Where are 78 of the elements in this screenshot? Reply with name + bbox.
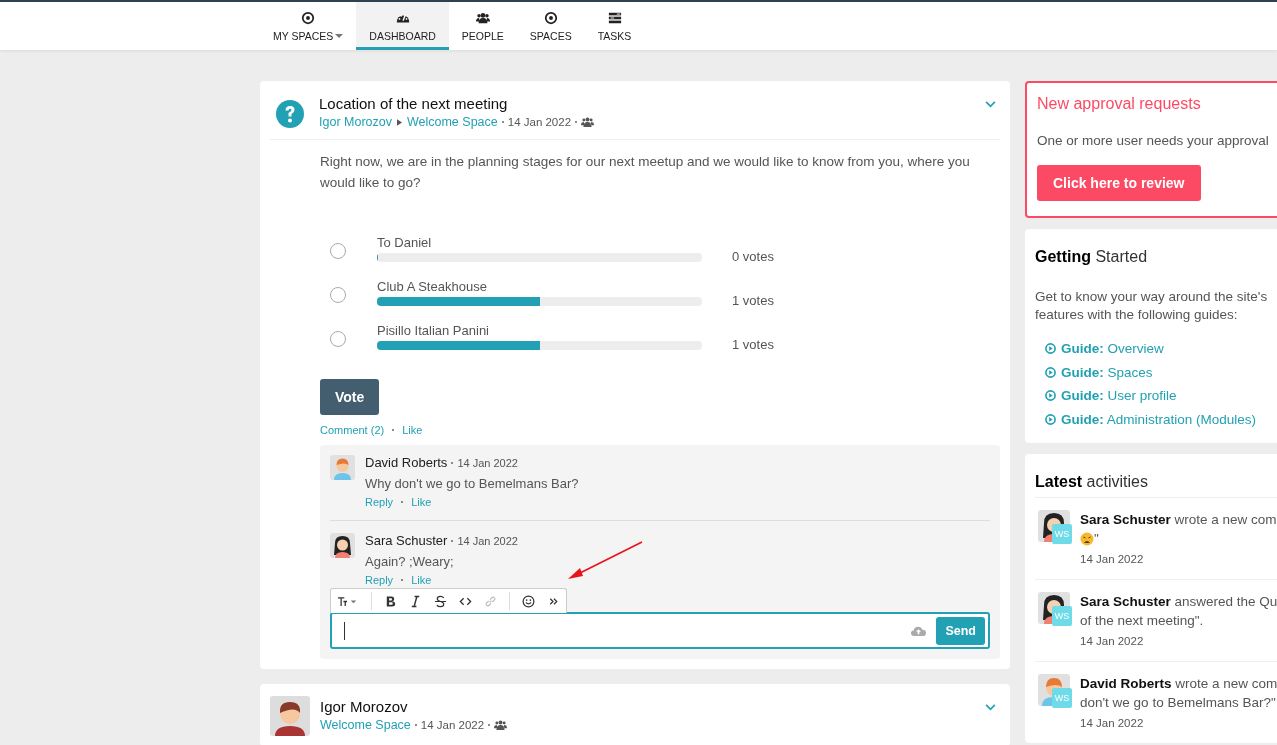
activity-text: ": [1094, 530, 1099, 548]
activity-text: Sara Schuster wrote a new com: [1080, 511, 1277, 529]
post-text: Right now, we are in the planning stages for our next meetup and we would like to know from you, where you would like to go?: [320, 153, 971, 192]
space-badge: WS: [1052, 688, 1072, 708]
guide-link[interactable]: Guide: Spaces: [1061, 364, 1153, 380]
activity-date: 14 Jan 2022: [1080, 716, 1145, 731]
people-icon: [494, 720, 508, 730]
like-link[interactable]: Like: [411, 496, 432, 508]
poll-option-label: Club A Steakhouse: [377, 278, 488, 294]
avatar: [330, 455, 355, 480]
bold-icon[interactable]: [384, 594, 397, 608]
activity-text: David Roberts wrote a new com: [1080, 675, 1277, 693]
people-icon: [475, 10, 490, 25]
vote-count[interactable]: 1 votes: [732, 336, 774, 352]
comment-text: Again? ;Weary;: [365, 554, 455, 569]
panel-title: Latest activities: [1035, 473, 1149, 491]
comment-input-field[interactable]: Send: [330, 612, 990, 649]
vote-count[interactable]: 0 votes: [732, 248, 774, 264]
play-icon: [1045, 413, 1056, 425]
play-icon: [1045, 343, 1056, 355]
post-author[interactable]: Igor Morozov: [320, 698, 985, 715]
send-button[interactable]: Send: [936, 616, 985, 645]
guide-link[interactable]: Guide: User profile: [1061, 388, 1177, 404]
review-button[interactable]: Click here to review: [1037, 165, 1201, 201]
vote-count[interactable]: 1 votes: [732, 292, 774, 308]
activity-date: 14 Jan 2022: [1080, 552, 1145, 567]
panel-text: features with the following guides:: [1035, 306, 1239, 324]
comment-date: 14 Jan 2022: [457, 456, 518, 469]
tasks-icon: [607, 10, 622, 25]
chevron-down-icon[interactable]: [985, 101, 996, 108]
italic-icon[interactable]: [409, 594, 422, 608]
activity-text: don't we go to Bemelmans Bar?": [1080, 694, 1276, 712]
comment-author[interactable]: David Roberts: [365, 455, 448, 470]
comment-author[interactable]: Sara Schuster: [365, 533, 448, 548]
nav-tab[interactable]: MY SPACES: [260, 2, 357, 50]
panel-title: New approval requests: [1037, 95, 1202, 113]
play-icon: [1045, 366, 1056, 378]
space-badge: WS: [1052, 606, 1072, 626]
nav-tab[interactable]: PEOPLE: [448, 2, 517, 50]
comment-date: 14 Jan 2022: [457, 534, 518, 547]
like-link[interactable]: Like: [402, 424, 423, 436]
like-link[interactable]: Like: [411, 574, 432, 586]
post-date: 14 Jan 2022: [507, 116, 572, 128]
reply-link[interactable]: Reply: [365, 574, 394, 586]
comment-link[interactable]: Comment (2): [320, 424, 385, 436]
activity-date: 14 Jan 2022: [1080, 634, 1145, 649]
post-title: Location of the next meeting: [319, 95, 509, 112]
nav-tab[interactable]: SPACES: [516, 2, 585, 50]
chevron-down-icon[interactable]: [985, 704, 996, 711]
emoji-icon[interactable]: [522, 594, 535, 608]
people-icon: [581, 117, 595, 127]
guide-link[interactable]: Guide: Administration (Modules): [1061, 411, 1257, 427]
space-badge: WS: [1052, 524, 1072, 544]
guide-link[interactable]: Guide: Overview: [1061, 341, 1164, 357]
panel-text: One or more user needs your approval: [1037, 133, 1270, 148]
space-link[interactable]: Welcome Space: [406, 115, 498, 129]
activity-text: of the next meeting".: [1080, 612, 1204, 630]
question-icon: [275, 99, 305, 129]
poll-option-label: Pisillo Italian Panini: [377, 322, 490, 338]
strikethrough-icon[interactable]: [434, 594, 447, 608]
space-link[interactable]: Welcome Space: [320, 718, 411, 732]
caret-icon: [396, 118, 402, 126]
target-icon: [301, 10, 316, 25]
play-icon: [1045, 390, 1056, 402]
target-icon: [543, 10, 558, 25]
panel-text: Get to know your way around the site's: [1035, 288, 1269, 306]
activity-text: Sara Schuster answered the Qu: [1080, 593, 1277, 611]
nav-tab[interactable]: TASKS: [584, 2, 645, 50]
nav-tab[interactable]: DASHBOARD: [356, 2, 449, 50]
poll-option-label: To Daniel: [377, 234, 433, 250]
panel-title: Getting Started: [1035, 248, 1149, 266]
avatar: [330, 533, 355, 558]
vote-button[interactable]: Vote: [320, 379, 380, 415]
reply-link[interactable]: Reply: [365, 496, 394, 508]
avatar: [270, 696, 310, 736]
comment-text: Why don't we go to Bemelmans Bar?: [365, 476, 580, 491]
author-link[interactable]: Igor Morozov: [319, 115, 392, 129]
post-date: 14 Jan 2022: [420, 719, 485, 731]
